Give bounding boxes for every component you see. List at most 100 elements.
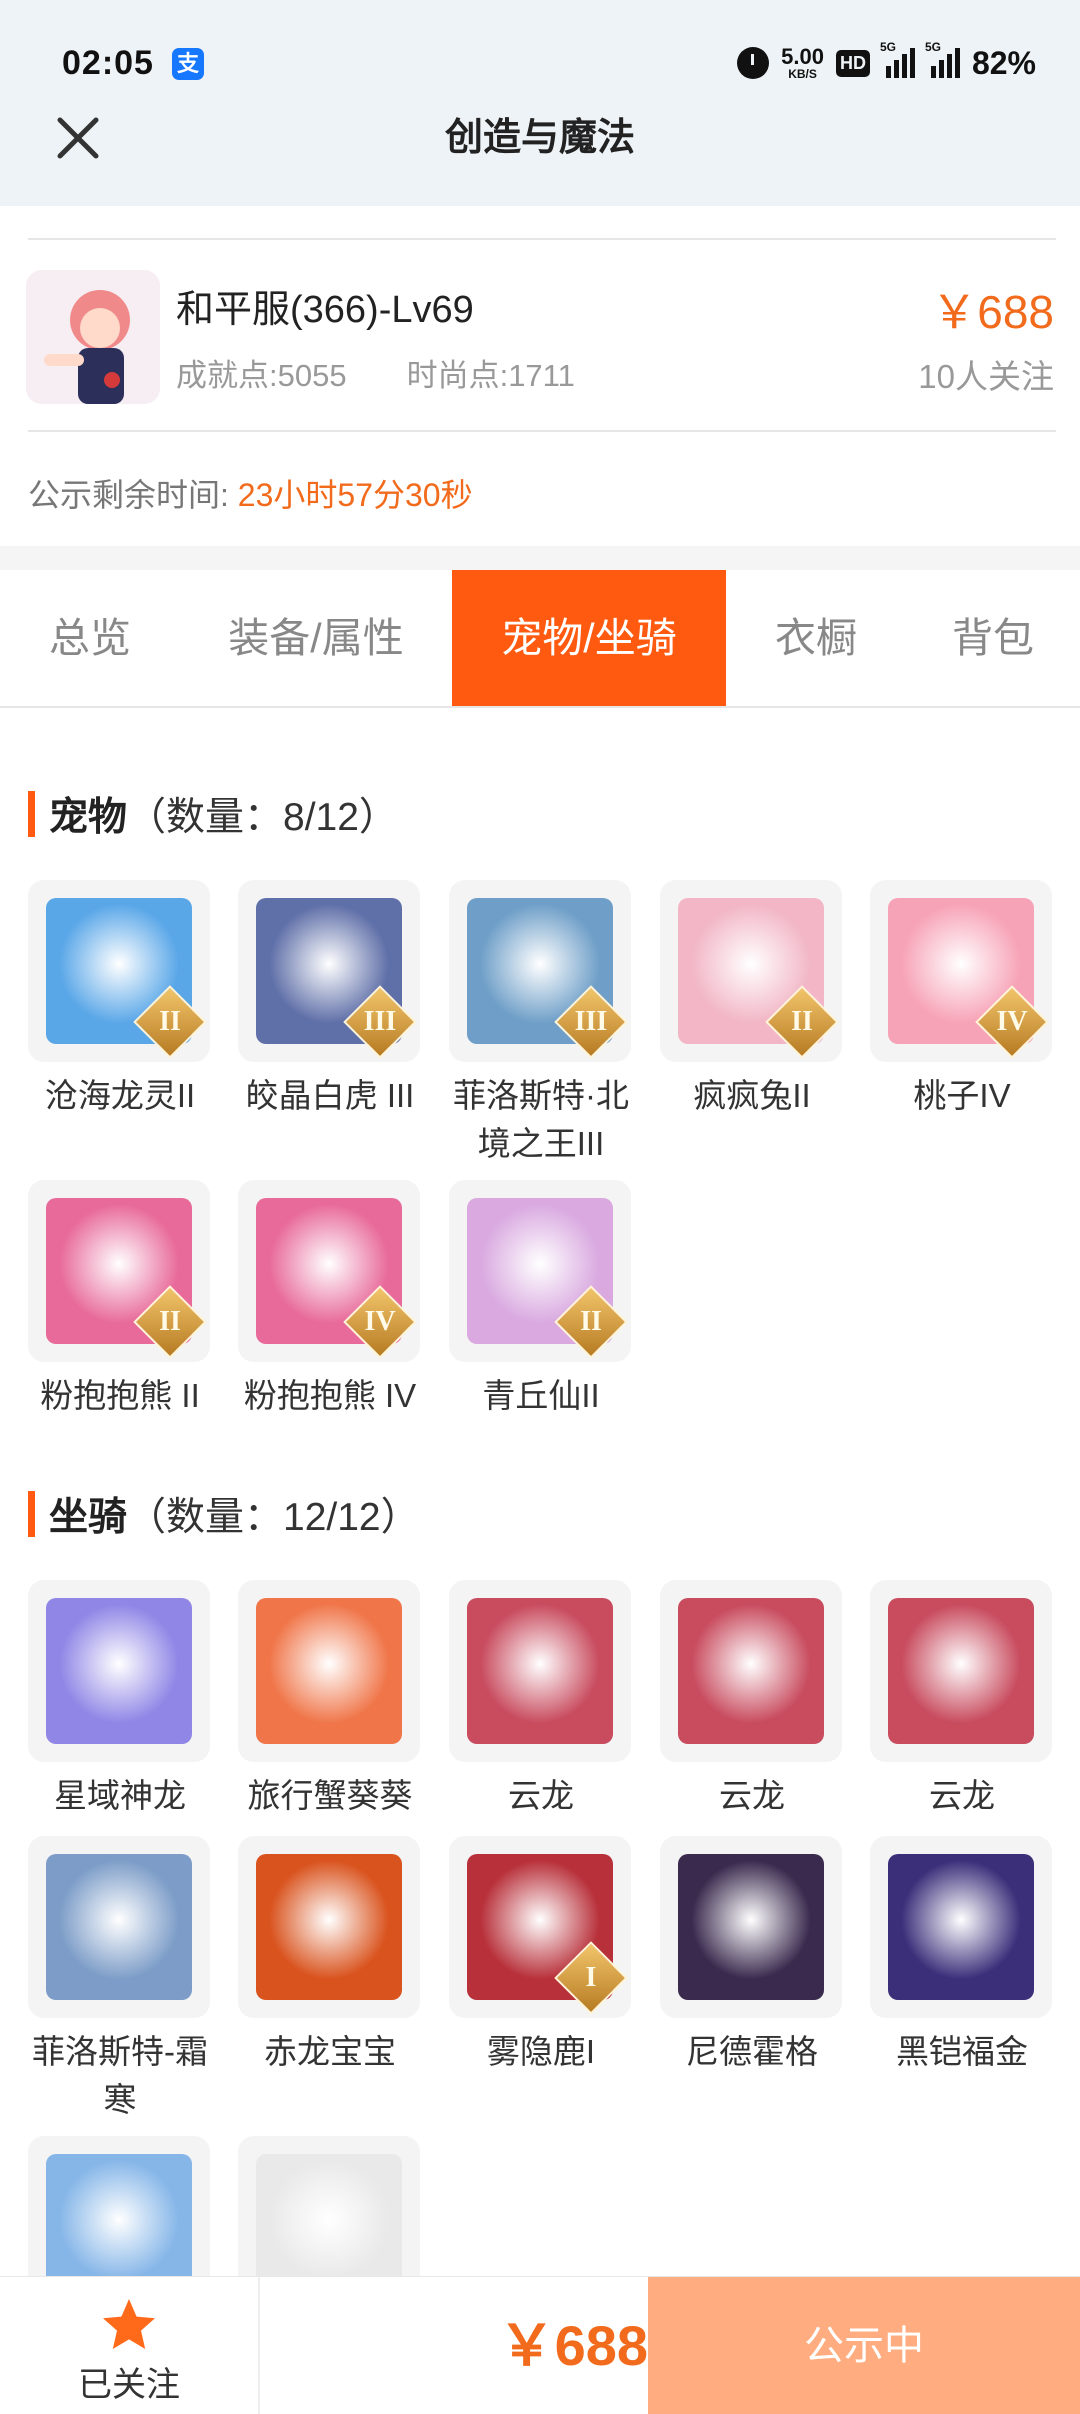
- rank-label: II: [791, 1006, 813, 1037]
- pets-item[interactable]: III 菲洛斯特·北境之王III: [449, 880, 633, 1168]
- mounts-name: 星域神龙: [54, 1777, 186, 1814]
- bottom-bar: 已关注 ￥688 公示中: [0, 2276, 1080, 2414]
- fashion-points: 时尚点:1711: [406, 358, 575, 393]
- mounts-item[interactable]: 云龙: [449, 1580, 633, 1820]
- mounts-title: 坐骑: [49, 1496, 128, 1539]
- mounts-name: 雾隐鹿I: [486, 2033, 596, 2070]
- mounts-item[interactable]: 旅行蟹葵葵: [238, 1580, 422, 1820]
- publicity-status-button[interactable]: 公示中: [648, 2277, 1080, 2414]
- remaining-label: 公示剩余时间:: [28, 477, 229, 513]
- pets-thumbnail: II: [449, 1180, 631, 1362]
- net-speed-unit: KB/S: [788, 67, 817, 81]
- pets-item[interactable]: IV 粉抱抱熊 IV: [238, 1180, 422, 1420]
- rank-label: II: [159, 1306, 181, 1337]
- rank-label: III: [363, 1006, 397, 1037]
- bottom-price: ￥688: [498, 2314, 648, 2377]
- server-name: 和平服(366)-Lv69: [176, 289, 474, 331]
- avatar-image: [26, 270, 160, 404]
- pets-name: 粉抱抱熊 IV: [243, 1377, 417, 1414]
- status-icons: 5.00 KB/S HD 5G 5G 82%: [737, 40, 1036, 86]
- pets-item[interactable]: II 疯疯兔II: [660, 880, 844, 1120]
- mounts-item[interactable]: 黑铠福金: [870, 1836, 1054, 2076]
- pets-count: （数量：8/12）: [127, 796, 398, 839]
- mounts-item[interactable]: 云龙: [660, 1580, 844, 1820]
- net-speed: 5.00 KB/S: [781, 44, 824, 81]
- signal-icon: 5G: [880, 40, 915, 78]
- alipay-icon: 支: [172, 48, 204, 80]
- pets-section-header: 宠物 （数量：8/12）: [28, 786, 398, 842]
- sub-stats: 成就点:5055 时尚点:1711: [176, 350, 575, 395]
- mounts-name: 赤龙宝宝: [264, 2033, 396, 2070]
- pets-thumbnail: II: [660, 880, 842, 1062]
- mounts-artwork: [678, 1598, 824, 1744]
- pets-thumbnail: IV: [238, 1180, 420, 1362]
- mounts-name: 云龙: [929, 1777, 995, 1814]
- mounts-item[interactable]: 尼德霍格: [660, 1836, 844, 2076]
- follow-label: 已关注: [78, 2366, 180, 2404]
- app-root: 02:05 支 5.00 KB/S HD 5G 5G 82% 创造与魔法 和平服…: [0, 0, 1080, 2414]
- follower-count: 10人关注: [918, 358, 1054, 395]
- signal-5g-label: 5G: [879, 40, 896, 54]
- section-accent-bar: [28, 791, 35, 837]
- pets-item[interactable]: II 粉抱抱熊 II: [28, 1180, 212, 1420]
- mounts-thumbnail: [660, 1580, 842, 1762]
- pets-name: 菲洛斯特·北境之王III: [453, 1077, 629, 1162]
- pets-item[interactable]: II 青丘仙II: [449, 1180, 633, 1420]
- pets-item[interactable]: III 皎晶白虎 III: [238, 880, 422, 1120]
- mounts-thumbnail: [870, 1836, 1052, 2018]
- pets-thumbnail: III: [238, 880, 420, 1062]
- page-title: 创造与魔法: [444, 117, 635, 159]
- pets-name: 桃子IV: [913, 1077, 1011, 1114]
- follow-button[interactable]: 已关注: [0, 2277, 260, 2414]
- pets-item[interactable]: II 沧海龙灵II: [28, 880, 212, 1120]
- star-icon: [103, 2299, 155, 2349]
- rank-label: IV: [364, 1306, 396, 1337]
- mounts-thumbnail: I: [449, 1836, 631, 2018]
- pets-name: 皎晶白虎 III: [245, 1077, 415, 1114]
- pets-thumbnail: II: [28, 1180, 210, 1362]
- mounts-item[interactable]: 云龙: [870, 1580, 1054, 1820]
- mounts-artwork: [46, 1854, 192, 2000]
- mounts-thumbnail: [870, 1580, 1052, 1762]
- rank-label: I: [585, 1962, 597, 1993]
- mounts-count: （数量：12/12）: [127, 1496, 420, 1539]
- section-accent-bar: [28, 1491, 35, 1537]
- pets-name: 青丘仙II: [482, 1377, 600, 1414]
- pets-name: 疯疯兔II: [693, 1077, 811, 1114]
- mounts-thumbnail: [449, 1580, 631, 1762]
- pets-name: 沧海龙灵II: [44, 1077, 196, 1114]
- mounts-item[interactable]: 赤龙宝宝: [238, 1836, 422, 2076]
- mounts-thumbnail: [28, 1836, 210, 2018]
- remaining-time: 公示剩余时间: 23小时57分30秒: [28, 470, 473, 516]
- mounts-artwork: [888, 1598, 1034, 1744]
- mounts-artwork: [888, 1854, 1034, 2000]
- net-speed-value: 5.00: [781, 44, 824, 69]
- pets-thumbnail: II: [28, 880, 210, 1062]
- mounts-name: 尼德霍格: [686, 2033, 818, 2070]
- tab-overview[interactable]: 总览: [0, 570, 180, 706]
- pets-item[interactable]: IV 桃子IV: [870, 880, 1054, 1120]
- tab-bag[interactable]: 背包: [906, 570, 1080, 706]
- mounts-thumbnail: [238, 1836, 420, 2018]
- tab-bar: 总览 装备/属性 宠物/坐骑 衣橱 背包: [0, 570, 1080, 708]
- tab-equipment[interactable]: 装备/属性: [180, 570, 452, 706]
- battery-level: 82%: [971, 44, 1036, 81]
- mounts-artwork: [678, 1854, 824, 2000]
- section-gap: [0, 546, 1080, 570]
- signal-5g-label-2: 5G: [924, 40, 941, 54]
- achievement-points: 成就点:5055: [176, 358, 347, 393]
- divider: [28, 238, 1056, 240]
- tab-wardrobe[interactable]: 衣橱: [726, 570, 906, 706]
- mounts-item[interactable]: 菲洛斯特-霜寒: [28, 1836, 212, 2124]
- mounts-item[interactable]: 星域神龙: [28, 1580, 212, 1820]
- avatar: [26, 270, 160, 404]
- mounts-item[interactable]: I 雾隐鹿I: [449, 1836, 633, 2076]
- pets-title: 宠物: [49, 796, 128, 839]
- rank-label: II: [580, 1306, 602, 1337]
- mounts-name: 菲洛斯特-霜寒: [32, 2033, 208, 2118]
- pets-name: 粉抱抱熊 II: [40, 1377, 200, 1414]
- divider: [28, 430, 1056, 432]
- tab-pets-mounts[interactable]: 宠物/坐骑: [452, 570, 726, 706]
- rank-label: III: [574, 1006, 608, 1037]
- pets-thumbnail: III: [449, 880, 631, 1062]
